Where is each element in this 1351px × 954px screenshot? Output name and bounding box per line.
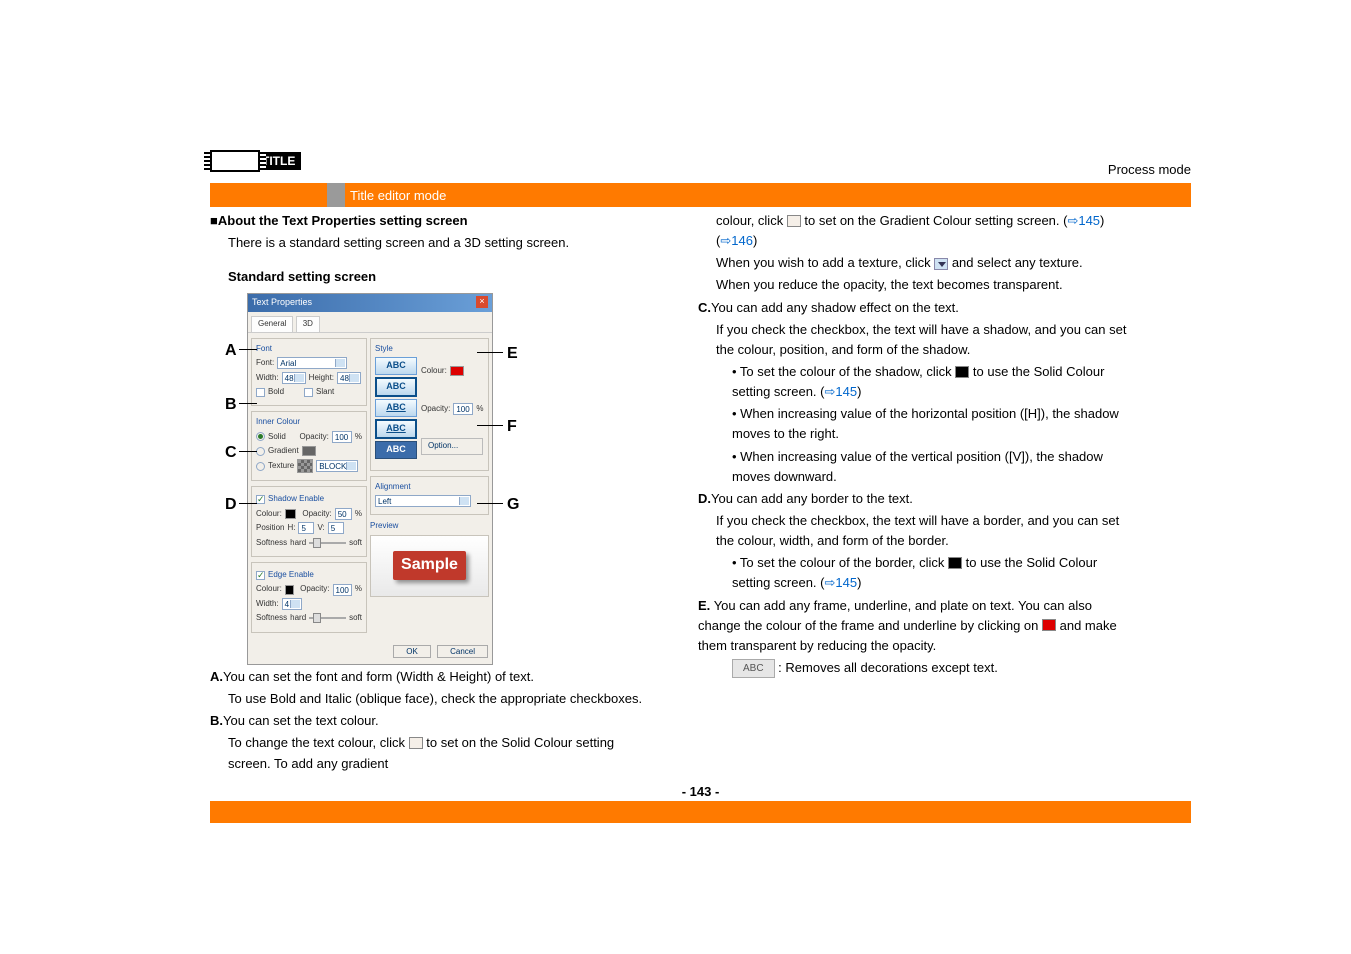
edge-opacity-input[interactable]: 100 [333,584,352,596]
callout-b: B [225,393,237,418]
b-text1: You can set the text colour. [223,713,379,728]
dialog-titlebar: Text Properties × [248,294,492,312]
callout-g: G [507,493,519,518]
bold-checkbox[interactable] [256,388,265,397]
callout-f: F [507,415,517,440]
style-abc-underline[interactable]: ABC [375,399,417,417]
b-text2: To change the text colour, click to set … [228,733,650,773]
colour-swatch-icon [787,215,801,227]
line3: When you reduce the opacity, the text be… [716,275,1138,295]
link-146[interactable]: ⇨146 [720,233,753,248]
cancel-button[interactable]: Cancel [437,645,488,658]
page-number: - 143 - [210,784,1191,799]
style-abc-frame-underline[interactable]: ABC [375,419,417,439]
title-logo: TITLE [210,150,320,192]
texture-icon [297,459,313,473]
texture-select[interactable]: BLOCK [316,460,358,472]
left-column: ■ About the Text Properties setting scre… [210,211,650,776]
gradient-radio[interactable] [256,447,265,456]
intro-text: There is a standard setting screen and a… [228,233,650,253]
alignment-fieldset: Alignment Left [370,476,489,515]
ok-button[interactable]: OK [393,645,431,658]
d-text2: If you check the checkbox, the text will… [716,511,1138,551]
section-header-bar: Title editor mode [210,183,1191,207]
c-b3: • When increasing value of the vertical … [732,447,1138,487]
process-mode-label: Process mode [210,162,1191,177]
right-column: colour, click to set on the Gradient Col… [698,211,1138,776]
style-abc-plain[interactable]: ABC [375,357,417,375]
black-swatch-icon [955,366,969,378]
shadow-checkbox[interactable] [256,495,265,504]
width-select[interactable]: 48 [282,372,306,384]
a-text2: To use Bold and Italic (oblique face), c… [228,689,650,709]
callout-d: D [225,493,237,518]
preview-area: Sample [370,535,489,597]
e-text: You can add any frame, underline, and pl… [698,598,1117,653]
edge-colour-swatch[interactable] [285,585,294,595]
shadow-colour-swatch[interactable] [285,509,297,519]
black-swatch-icon [948,557,962,569]
style-abc-plate[interactable]: ABC [375,441,417,459]
tab-3d[interactable]: 3D [296,316,320,331]
tab-general[interactable]: General [251,316,293,331]
slant-checkbox[interactable] [304,388,313,397]
shadow-softness-slider[interactable] [309,542,346,544]
edge-softness-slider[interactable] [309,617,346,619]
inner-colour-fieldset: Inner Colour Solid Opacity:100% Gradient… [251,411,367,481]
style-opacity-input[interactable]: 100 [453,403,473,415]
c-text2: If you check the checkbox, the text will… [716,320,1138,360]
solid-radio[interactable] [256,432,265,441]
height-select[interactable]: 48 [337,372,361,384]
c-b2: • When increasing value of the horizonta… [732,404,1138,444]
style-fieldset: Style ABC ABC ABC ABC ABC [370,338,489,471]
font-fieldset: Font Font:Arial Width:48 Height:48 Bold … [251,338,367,407]
link-145[interactable]: ⇨145 [1067,213,1100,228]
edge-checkbox[interactable] [256,571,265,580]
colour-swatch-icon [409,737,423,749]
sample-text: Sample [393,551,466,580]
bottom-orange-bar [210,801,1191,823]
red-swatch-icon [1042,619,1056,631]
pos-h-input[interactable]: 5 [298,522,314,534]
text-properties-dialog: Text Properties × General 3D Font Font:A… [247,293,493,665]
shadow-fieldset: Shadow Enable Colour: Opacity:50% Positi… [251,486,367,557]
style-colour-swatch[interactable] [450,366,464,376]
shadow-opacity-input[interactable]: 50 [335,508,352,520]
pos-v-input[interactable]: 5 [328,522,344,534]
about-heading: About the Text Properties setting screen [218,213,468,228]
a-text1: You can set the font and form (Width & H… [223,669,534,684]
link-145[interactable]: ⇨145 [825,575,858,590]
alignment-select[interactable]: Left [375,495,471,507]
option-button[interactable]: Option... [421,438,483,454]
abc-button-icon: ABC [732,659,775,679]
gradient-swatch[interactable] [302,446,316,456]
standard-subheading: Standard setting screen [228,267,650,287]
dropdown-arrow-icon [934,258,948,270]
style-abc-frame[interactable]: ABC [375,377,417,397]
callout-c: C [225,441,237,466]
callout-a: A [225,339,237,364]
callout-e: E [507,342,518,367]
texture-radio[interactable] [256,462,265,471]
d-text1: You can add any border to the text. [711,491,913,506]
link-145[interactable]: ⇨145 [825,384,858,399]
opacity-input[interactable]: 100 [332,431,352,443]
edge-fieldset: Edge Enable Colour: Opacity:100% Width:4… [251,562,367,633]
close-icon[interactable]: × [476,296,488,308]
section-title: Title editor mode [350,188,446,203]
c-text1: You can add any shadow effect on the tex… [711,300,959,315]
edge-width-select[interactable]: 4 [282,598,302,610]
font-select[interactable]: Arial [277,357,347,369]
